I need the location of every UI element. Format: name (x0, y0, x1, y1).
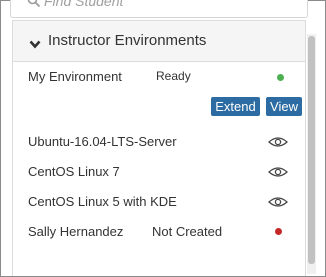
eye-icon[interactable] (268, 165, 288, 183)
template-ubuntu-16-04: Ubuntu-16.04-LTS-Server (28, 134, 177, 149)
eye-icon[interactable] (268, 135, 288, 153)
view-button[interactable]: View (266, 97, 302, 116)
student-name[interactable]: Sally Hernandez (28, 224, 123, 239)
my-environment-label: My Environment (28, 69, 122, 84)
chevron-down-icon[interactable] (29, 36, 41, 54)
status-not-created-dot (275, 228, 282, 235)
student-status: Not Created (152, 224, 223, 239)
search-input[interactable]: Find Student (44, 0, 123, 9)
search-field[interactable]: Find Student (10, 0, 308, 18)
instructor-environments-panel: Instructor Environments My Environment R… (12, 20, 306, 276)
template-centos-5-kde: CentOS Linux 5 with KDE (28, 194, 177, 209)
search-icon (27, 0, 41, 13)
my-environment-status: Ready (156, 69, 191, 83)
extend-button[interactable]: Extend (211, 97, 260, 116)
panel-header[interactable]: Instructor Environments (13, 21, 305, 62)
eye-icon[interactable] (268, 195, 288, 213)
panel-title: Instructor Environments (48, 32, 207, 49)
template-centos-7: CentOS Linux 7 (28, 164, 120, 179)
status-ready-dot (277, 74, 284, 81)
scrollbar-thumb[interactable] (308, 36, 315, 264)
